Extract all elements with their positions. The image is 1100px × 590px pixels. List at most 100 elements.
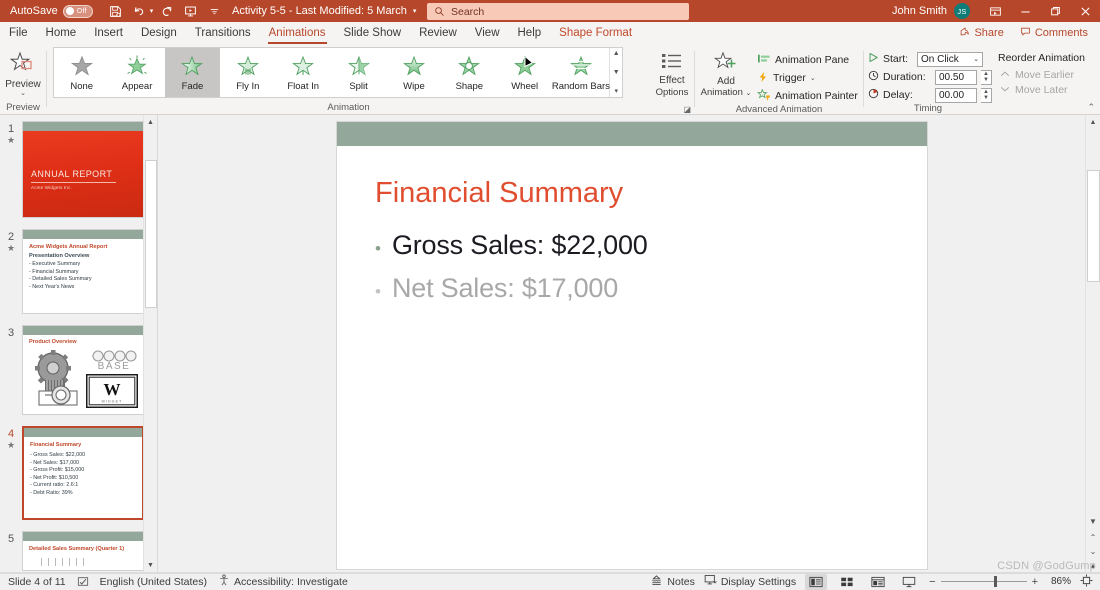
thumbnail-scroll-thumb[interactable] <box>145 160 157 308</box>
slide-vertical-scrollbar[interactable]: ▲ ▼ ⌃ ⌄ ▴ <box>1085 115 1100 572</box>
accessibility-status[interactable]: Accessibility: Investigate <box>218 574 348 589</box>
animation-effect-split[interactable]: Split <box>331 48 386 97</box>
animation-indicator-star-icon-2[interactable]: ★ <box>0 243 22 253</box>
previous-slide-icon[interactable]: ⌃ <box>1086 530 1100 544</box>
fit-to-window-icon[interactable] <box>1080 574 1093 590</box>
animation-indicator-star-icon-4[interactable]: ★ <box>0 440 22 450</box>
duration-stepper[interactable]: ▲ ▼ <box>981 69 992 85</box>
restore-button[interactable] <box>1040 0 1070 22</box>
thumbnail-row-3[interactable]: 3 Product Overview BASE W WIDGET <box>0 325 157 415</box>
collapse-ribbon-icon[interactable]: ⌃ <box>1087 102 1095 113</box>
save-icon[interactable] <box>105 2 126 21</box>
gallery-scroll-down-icon[interactable]: ▼ <box>613 68 620 77</box>
start-presentation-icon[interactable] <box>180 2 201 21</box>
avatar[interactable]: JS <box>954 3 970 19</box>
animation-effect-wipe[interactable]: Wipe <box>386 48 441 97</box>
slide-title[interactable]: Financial Summary <box>375 177 623 210</box>
document-title[interactable]: Activity 5-5 - Last Modified: 5 March ▾ <box>232 0 416 22</box>
slide-counter[interactable]: Slide 4 of 11 <box>8 576 66 588</box>
search-box[interactable]: Search <box>427 3 689 20</box>
delay-stepper-down-icon[interactable]: ▼ <box>983 95 989 101</box>
view-slide-sorter-button[interactable] <box>836 574 858 590</box>
redo-icon[interactable] <box>156 2 177 21</box>
thumbnail-1[interactable]: ANNUAL REPORT Acme Widgets Inc. <box>22 121 144 218</box>
animation-effect-float-in[interactable]: Float In <box>276 48 331 97</box>
trigger-caret-icon[interactable]: ⌄ <box>810 74 816 82</box>
display-settings-button[interactable]: Display Settings <box>704 574 796 589</box>
animation-effect-none[interactable]: None <box>54 48 109 97</box>
language-label[interactable]: English (United States) <box>100 576 207 588</box>
slide-bullet-2[interactable]: • Net Sales: $17,000 <box>375 273 895 304</box>
slide-scroll-down-icon[interactable]: ▼ <box>1086 514 1100 528</box>
gallery-scroll-controls[interactable]: ▲ ▼ ▾ <box>609 48 623 97</box>
animation-pane-button[interactable]: Animation Pane <box>757 52 858 68</box>
customize-quick-access-toolbar-icon[interactable] <box>204 2 225 21</box>
view-normal-button[interactable] <box>805 573 828 590</box>
new-slide-scroll-icon[interactable]: ▴ <box>1086 558 1100 572</box>
spell-check-icon[interactable] <box>77 576 89 587</box>
thumbnail-row-5[interactable]: 5 Detailed Sales Summary (Quarter 1) <box>0 531 157 571</box>
thumbnail-4[interactable]: Financial Summary - Gross Sales: $22,000… <box>22 426 144 520</box>
user-name-label[interactable]: John Smith <box>892 5 947 17</box>
comments-button[interactable]: Comments <box>1014 25 1094 41</box>
zoom-out-button[interactable]: − <box>929 576 935 588</box>
tab-shape-format[interactable]: Shape Format <box>550 22 641 44</box>
delay-stepper[interactable]: ▲ ▼ <box>981 87 992 103</box>
move-later-button[interactable]: Move Later <box>992 82 1092 97</box>
tab-help[interactable]: Help <box>509 22 551 44</box>
animation-effect-random-bars[interactable]: Random Bars <box>552 48 610 97</box>
animation-effect-shape[interactable]: Shape <box>442 48 497 97</box>
animation-dialog-launcher-icon[interactable]: ◪ <box>683 105 691 114</box>
duration-stepper-down-icon[interactable]: ▼ <box>983 77 989 83</box>
undo-dropdown-caret[interactable]: ▾ <box>150 7 154 15</box>
tab-file[interactable]: File <box>0 22 37 44</box>
tab-review[interactable]: Review <box>410 22 466 44</box>
animation-effect-wheel[interactable]: Wheel <box>497 48 552 97</box>
slide-scroll-up-icon[interactable]: ▲ <box>1086 115 1100 130</box>
undo-icon[interactable] <box>129 2 150 21</box>
notes-button[interactable]: Notes <box>650 574 695 589</box>
search-input[interactable]: Search <box>451 6 484 18</box>
tab-slide-show[interactable]: Slide Show <box>335 22 411 44</box>
next-slide-icon[interactable]: ⌄ <box>1086 544 1100 558</box>
thumbnail-row-1[interactable]: 1 ★ ANNUAL REPORT Acme Widgets Inc. <box>0 121 157 218</box>
minimize-button[interactable] <box>1010 0 1040 22</box>
start-combobox-caret-icon[interactable]: ⌄ <box>970 55 982 63</box>
current-slide[interactable]: Financial Summary • Gross Sales: $22,000… <box>337 122 927 569</box>
ribbon-display-options-icon[interactable] <box>980 0 1010 22</box>
animation-gallery[interactable]: None Appear Fade Fly In Float In Split W… <box>53 47 623 98</box>
thumbnail-row-4[interactable]: 4 ★ Financial Summary - Gross Sales: $22… <box>0 426 157 520</box>
close-button[interactable] <box>1070 0 1100 22</box>
zoom-track[interactable] <box>940 576 1027 587</box>
view-slide-show-button[interactable] <box>898 574 920 590</box>
zoom-knob[interactable] <box>993 576 997 587</box>
animation-effect-appear[interactable]: Appear <box>109 48 164 97</box>
autosave-control[interactable]: AutoSave Off <box>10 4 93 18</box>
animation-indicator-star-icon-1[interactable]: ★ <box>0 135 22 145</box>
move-earlier-button[interactable]: Move Earlier <box>992 67 1092 82</box>
delay-input[interactable]: 00.00 <box>935 87 977 103</box>
tab-design[interactable]: Design <box>132 22 186 44</box>
tab-transitions[interactable]: Transitions <box>186 22 260 44</box>
start-combobox[interactable]: On Click ⌄ <box>917 51 983 67</box>
duration-input[interactable]: 00.50 <box>935 69 977 85</box>
tab-home[interactable]: Home <box>37 22 86 44</box>
effect-options-button[interactable]: Effect Options <box>650 47 694 98</box>
tab-insert[interactable]: Insert <box>85 22 132 44</box>
slide-scroll-thumb[interactable] <box>1087 170 1100 282</box>
slide-bullet-list[interactable]: • Gross Sales: $22,000 • Net Sales: $17,… <box>375 230 895 316</box>
thumbnail-scroll-up-icon[interactable]: ▲ <box>144 115 157 129</box>
preview-button[interactable]: Preview ⌄ <box>0 47 46 97</box>
zoom-percent-label[interactable]: 86% <box>1047 576 1071 587</box>
share-button[interactable]: Share <box>953 25 1009 41</box>
gallery-more-icon[interactable]: ▾ <box>614 87 618 96</box>
add-animation-button[interactable]: Add Animation ⌄ <box>699 47 753 104</box>
autosave-toggle[interactable]: Off <box>62 4 93 18</box>
slide-bullet-1[interactable]: • Gross Sales: $22,000 <box>375 230 895 261</box>
animation-painter-button[interactable]: Animation Painter <box>756 88 858 104</box>
view-reading-button[interactable] <box>867 574 889 590</box>
thumbnail-5[interactable]: Detailed Sales Summary (Quarter 1) <box>22 531 144 571</box>
thumbnail-scroll-down-icon[interactable]: ▼ <box>144 558 157 572</box>
zoom-slider[interactable]: − + <box>929 576 1038 588</box>
thumbnail-3[interactable]: Product Overview BASE W WIDGET <box>22 325 144 415</box>
